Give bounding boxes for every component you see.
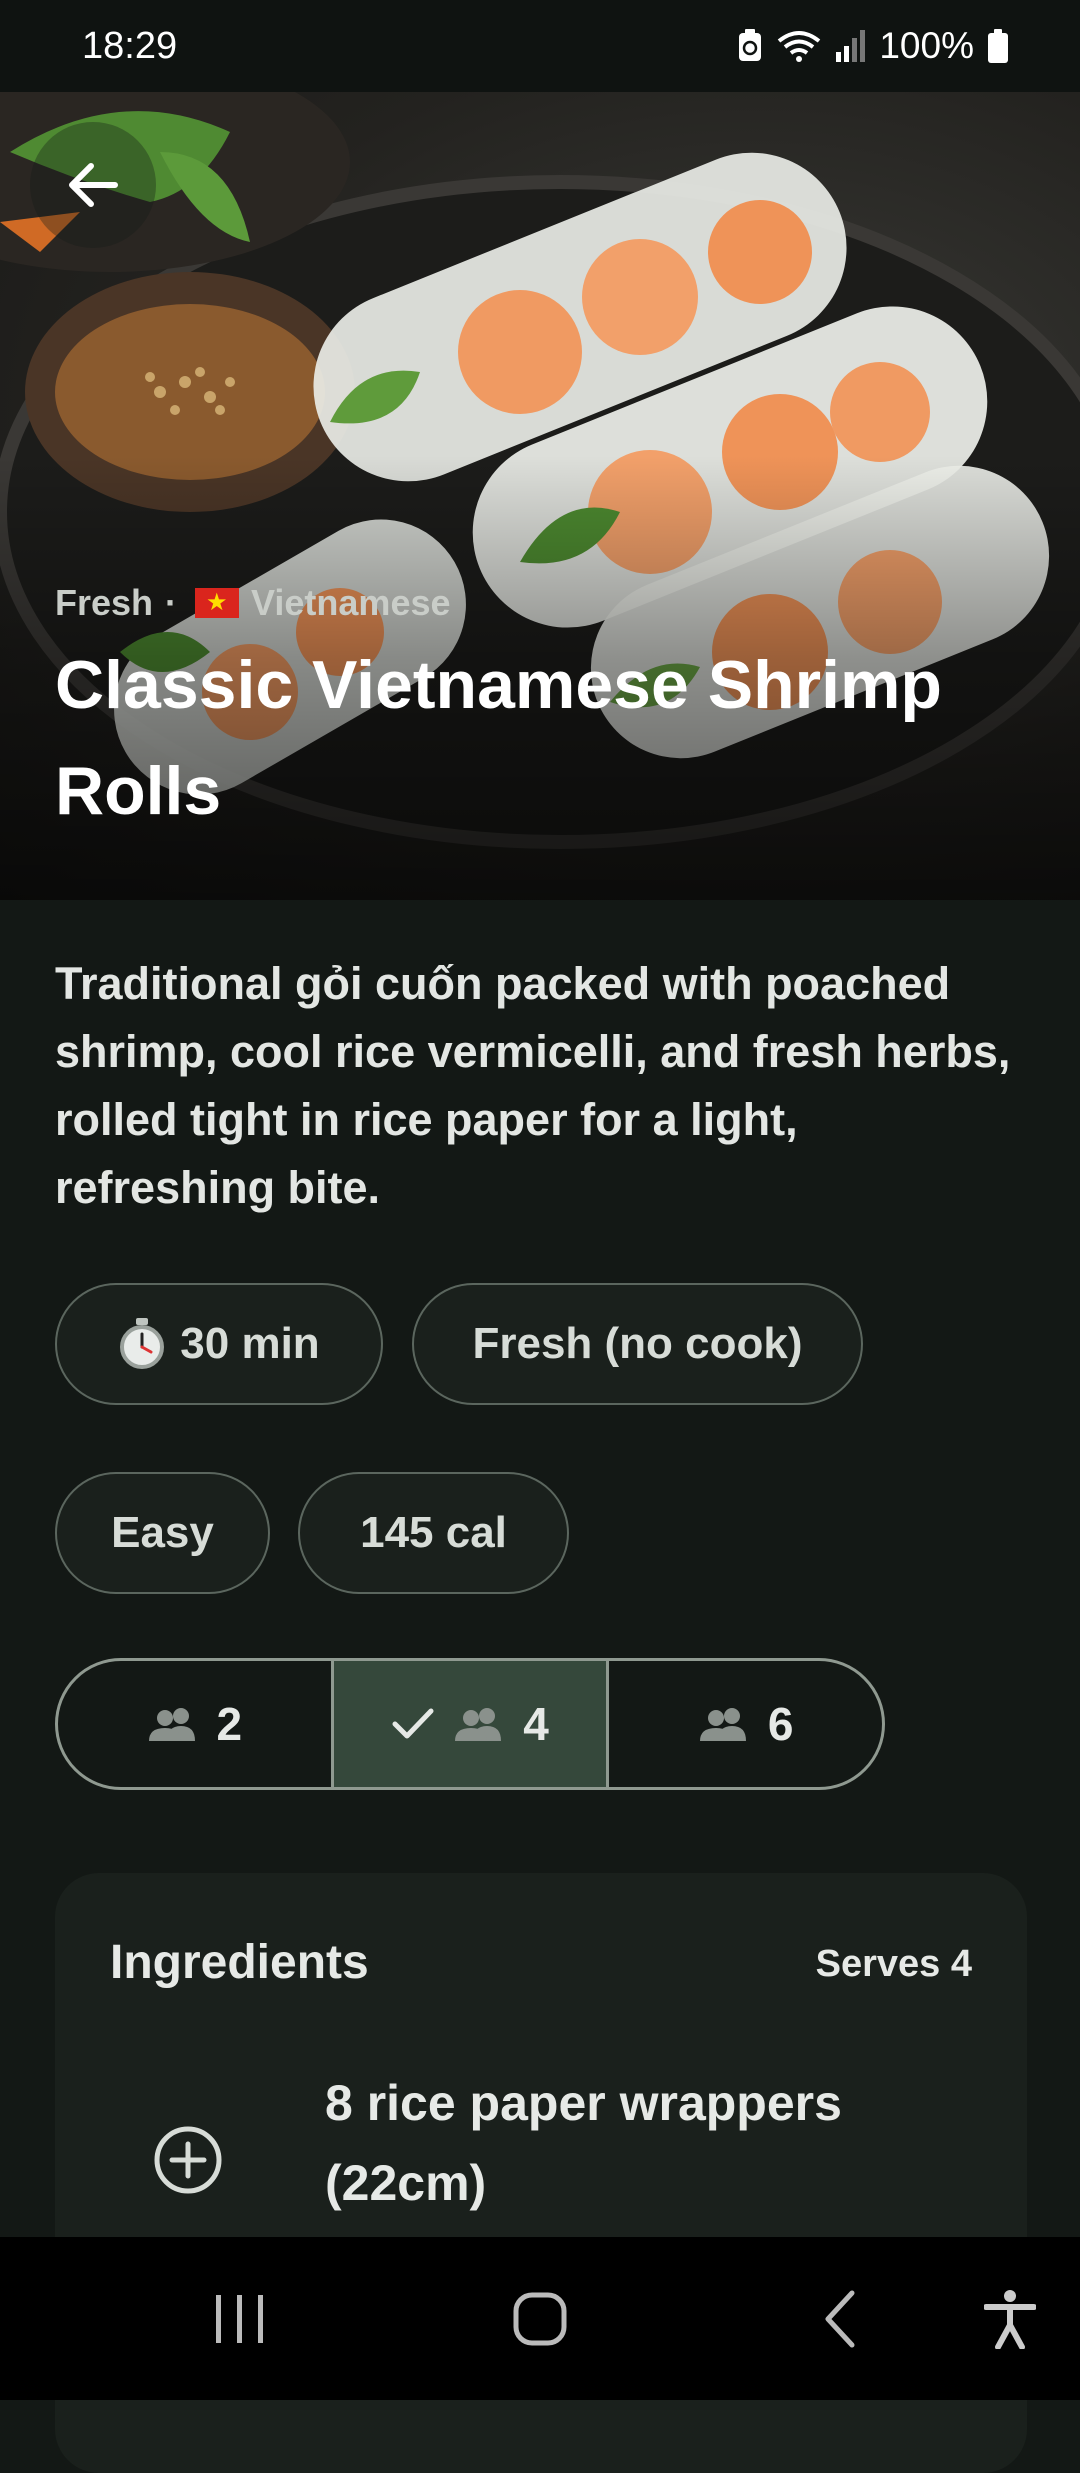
servings-option-2[interactable]: 2 bbox=[58, 1661, 334, 1787]
method-chip[interactable]: Fresh (no cook) bbox=[412, 1283, 863, 1405]
home-button[interactable] bbox=[490, 2237, 590, 2400]
cuisine-label: Vietnamese bbox=[251, 582, 451, 623]
system-nav-bar bbox=[0, 2237, 1080, 2400]
calories-chip[interactable]: 145 cal bbox=[298, 1472, 569, 1594]
servings-option-label: 4 bbox=[523, 1698, 549, 1750]
accessibility-button[interactable] bbox=[960, 2237, 1060, 2400]
check-icon bbox=[392, 1708, 434, 1739]
ingredient-text: 8 rice paper wrappers (22cm) bbox=[325, 2075, 842, 2211]
status-icons: 100% bbox=[737, 25, 1008, 67]
vietnam-flag-icon: ★ bbox=[195, 588, 240, 618]
category-label: Fresh bbox=[55, 582, 154, 623]
people-icon bbox=[699, 1708, 746, 1741]
wifi-icon bbox=[778, 31, 821, 62]
stopwatch-icon bbox=[120, 1318, 165, 1369]
signal-icon bbox=[836, 30, 866, 62]
servings-selector: 2 4 6 bbox=[55, 1658, 885, 1790]
servings-option-label: 6 bbox=[767, 1698, 794, 1750]
home-icon bbox=[513, 2292, 567, 2345]
arrow-left-icon bbox=[69, 163, 118, 207]
time-chip-label: 30 min bbox=[180, 1319, 320, 1368]
battery-percent: 100% bbox=[879, 25, 974, 66]
ingredients-serves: Serves 4 bbox=[815, 1943, 972, 1985]
recent-apps-button[interactable] bbox=[190, 2237, 290, 2400]
recipe-description: Traditional gỏi cuốn packed with poached… bbox=[55, 958, 1011, 1213]
difficulty-chip-label: Easy bbox=[111, 1508, 214, 1557]
ingredients-title: Ingredients bbox=[110, 1936, 369, 1989]
hero-image: Fresh · ★ Vietnamese Classic Vietnamese … bbox=[0, 92, 1080, 900]
servings-option-4[interactable]: 4 bbox=[333, 1661, 610, 1787]
battery-saver-icon bbox=[739, 29, 762, 61]
accessibility-icon bbox=[984, 2289, 1036, 2349]
servings-option-label: 2 bbox=[216, 1698, 243, 1750]
status-time: 18:29 bbox=[82, 24, 178, 67]
meta-separator: · bbox=[165, 582, 178, 623]
recipe-meta: Fresh · ★ Vietnamese bbox=[55, 582, 451, 624]
add-circle-icon[interactable] bbox=[153, 2125, 223, 2195]
back-button[interactable] bbox=[30, 122, 156, 248]
servings-option-6[interactable]: 6 bbox=[609, 1661, 882, 1787]
recent-apps-icon bbox=[216, 2294, 263, 2343]
method-chip-label: Fresh (no cook) bbox=[472, 1319, 803, 1368]
battery-icon bbox=[988, 29, 1008, 63]
people-icon bbox=[455, 1708, 502, 1741]
status-bar: 18:29 100% bbox=[0, 0, 1080, 92]
time-chip[interactable]: 30 min bbox=[55, 1283, 383, 1405]
back-nav-button[interactable] bbox=[790, 2237, 890, 2400]
chevron-left-icon bbox=[825, 2290, 855, 2347]
recipe-title: Classic Vietnamese Shrimp Rolls bbox=[55, 647, 942, 829]
ingredient-item[interactable]: 8 rice paper wrappers (22cm) bbox=[55, 2063, 1027, 2263]
people-icon bbox=[148, 1708, 195, 1741]
calories-chip-label: 145 cal bbox=[360, 1508, 507, 1557]
difficulty-chip[interactable]: Easy bbox=[55, 1472, 270, 1594]
